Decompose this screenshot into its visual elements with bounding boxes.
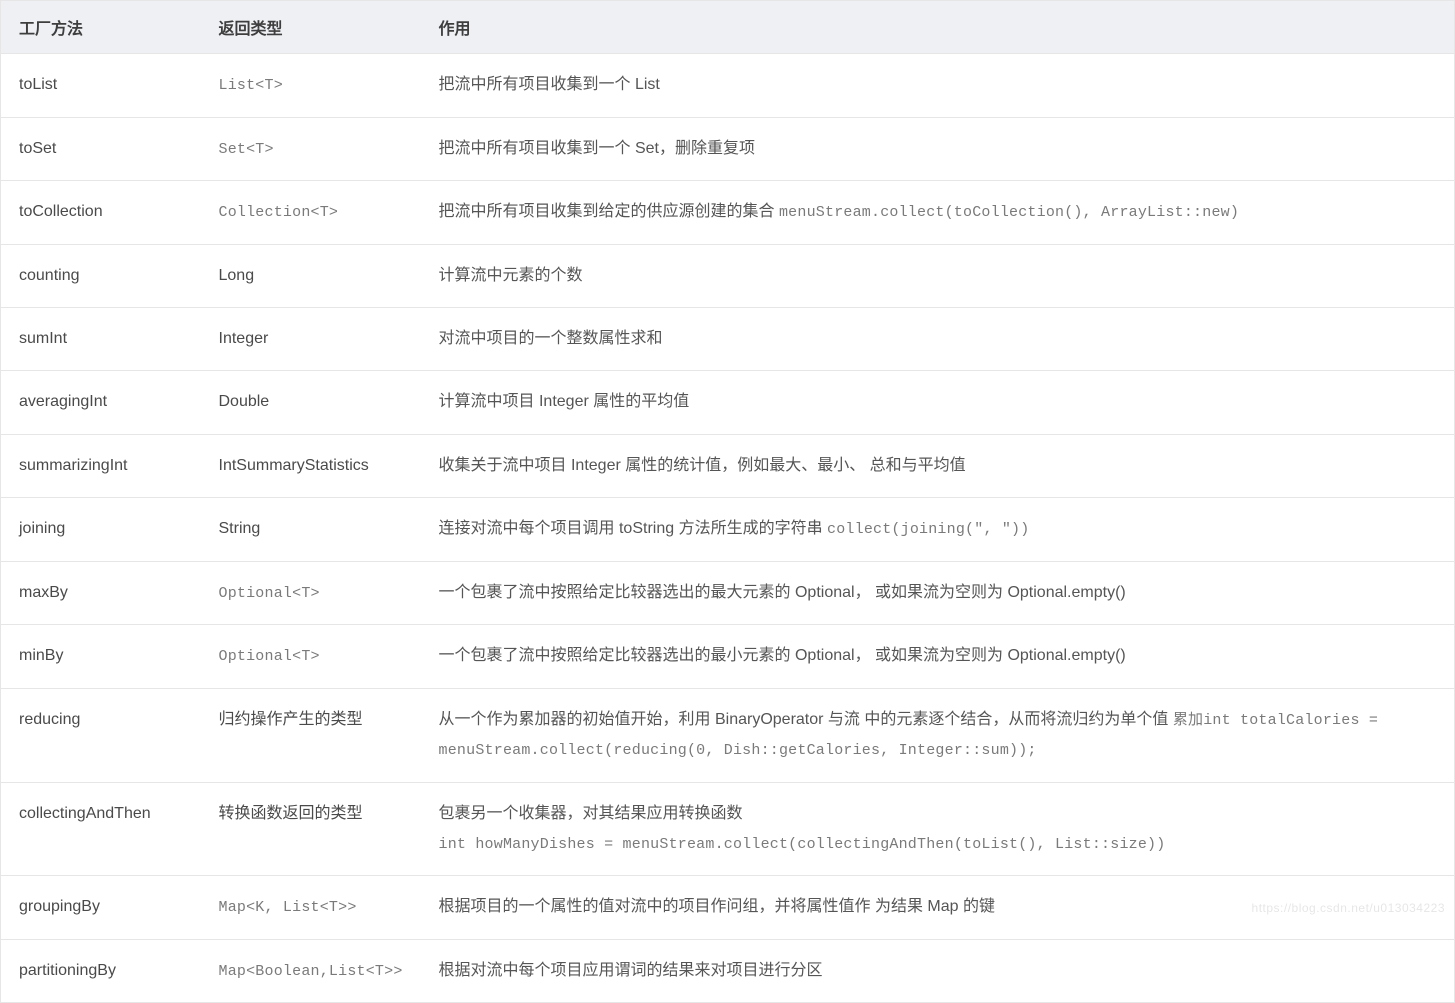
- cell-desc: 一个包裹了流中按照给定比较器选出的最大元素的 Optional， 或如果流为空则…: [421, 561, 1455, 625]
- cell-method: summarizingInt: [1, 434, 201, 497]
- cell-method: maxBy: [1, 561, 201, 625]
- cell-method: groupingBy: [1, 876, 201, 940]
- type-code: Map<Boolean,List<T>>: [219, 963, 403, 980]
- table-row: sumIntInteger 对流中项目的一个整数属性求和: [1, 307, 1455, 370]
- cell-desc: 计算流中元素的个数: [421, 244, 1455, 307]
- cell-type: Map<Boolean,List<T>>: [201, 939, 421, 1003]
- desc-text: 连接对流中每个项目调用 toString 方法所生成的字符串: [439, 520, 827, 537]
- table-row: reducing归约操作产生的类型 从一个作为累加器的初始值开始，利用 Binar…: [1, 688, 1455, 782]
- cell-desc: 对流中项目的一个整数属性求和: [421, 307, 1455, 370]
- table-row: averagingIntDouble 计算流中项目 Integer 属性的平均值: [1, 371, 1455, 434]
- table-row: maxBy Optional<T> 一个包裹了流中按照给定比较器选出的最大元素的 O…: [1, 561, 1455, 625]
- desc-text: 包裹另一个收集器，对其结果应用转换函数: [439, 805, 743, 822]
- cell-type: List<T>: [201, 54, 421, 118]
- cell-type: Collection<T>: [201, 181, 421, 245]
- cell-method: minBy: [1, 625, 201, 689]
- header-type: 返回类型: [201, 1, 421, 54]
- cell-type: IntSummaryStatistics: [201, 434, 421, 497]
- table-row: toSet Set<T> 把流中所有项目收集到一个 Set，删除重复项: [1, 117, 1455, 181]
- cell-type: Double: [201, 371, 421, 434]
- table-row: minBy Optional<T> 一个包裹了流中按照给定比较器选出的最小元素的 O…: [1, 625, 1455, 689]
- header-desc: 作用: [421, 1, 1455, 54]
- cell-desc: 把流中所有项目收集到给定的供应源创建的集合 menuStream.collect…: [421, 181, 1455, 245]
- cell-type: Integer: [201, 307, 421, 370]
- desc-text: 一个包裹了流中按照给定比较器选出的最大元素的 Optional， 或如果流为空则…: [439, 584, 1126, 601]
- cell-desc: 根据对流中每个项目应用谓词的结果来对项目进行分区: [421, 939, 1455, 1003]
- cell-method: averagingInt: [1, 371, 201, 434]
- type-code: Collection<T>: [219, 204, 339, 221]
- cell-desc: 连接对流中每个项目调用 toString 方法所生成的字符串 collect(j…: [421, 498, 1455, 562]
- cell-method: partitioningBy: [1, 939, 201, 1003]
- type-code: List<T>: [219, 77, 283, 94]
- cell-desc: 把流中所有项目收集到一个 List: [421, 54, 1455, 118]
- cell-desc: 计算流中项目 Integer 属性的平均值: [421, 371, 1455, 434]
- type-code: Set<T>: [219, 141, 274, 158]
- cell-method: reducing: [1, 688, 201, 782]
- desc-code: int howManyDishes = menuStream.collect(c…: [439, 836, 1166, 853]
- cell-type: Optional<T>: [201, 561, 421, 625]
- desc-text: 根据项目的一个属性的值对流中的项目作问组，并将属性值作 为结果 Map 的键: [439, 898, 995, 915]
- cell-method: sumInt: [1, 307, 201, 370]
- desc-text: 收集关于流中项目 Integer 属性的统计值，例如最大、最小、 总和与平均值: [439, 457, 966, 474]
- header-row: 工厂方法 返回类型 作用: [1, 1, 1455, 54]
- cell-type: 转换函数返回的类型: [201, 782, 421, 876]
- cell-method: joining: [1, 498, 201, 562]
- desc-text: 把流中所有项目收集到一个 List: [439, 76, 660, 93]
- collectors-table: 工厂方法 返回类型 作用 toList List<T> 把流中所有项目收集到一个 L…: [0, 0, 1455, 1003]
- table-row: groupingBy Map<K, List<T>> 根据项目的一个属性的值对流中的…: [1, 876, 1455, 940]
- desc-code: menuStream.collect(toCollection(), Array…: [779, 204, 1239, 221]
- watermark: https://blog.csdn.net/u013034223: [1252, 901, 1445, 915]
- desc-text: 根据对流中每个项目应用谓词的结果来对项目进行分区: [439, 962, 823, 979]
- cell-type: Optional<T>: [201, 625, 421, 689]
- cell-type: Map<K, List<T>>: [201, 876, 421, 940]
- type-code: Optional<T>: [219, 648, 320, 665]
- desc-text: 一个包裹了流中按照给定比较器选出的最小元素的 Optional， 或如果流为空则…: [439, 647, 1126, 664]
- table-row: toList List<T> 把流中所有项目收集到一个 List: [1, 54, 1455, 118]
- table-row: countingLong 计算流中元素的个数: [1, 244, 1455, 307]
- cell-type: Long: [201, 244, 421, 307]
- desc-text: 把流中所有项目收集到一个 Set，删除重复项: [439, 140, 755, 157]
- cell-desc: 收集关于流中项目 Integer 属性的统计值，例如最大、最小、 总和与平均值: [421, 434, 1455, 497]
- cell-desc: 包裹另一个收集器，对其结果应用转换函数 int howManyDishes = …: [421, 782, 1455, 876]
- cell-type: String: [201, 498, 421, 562]
- cell-method: collectingAndThen: [1, 782, 201, 876]
- cell-type: Set<T>: [201, 117, 421, 181]
- cell-method: toSet: [1, 117, 201, 181]
- desc-text: 计算流中项目 Integer 属性的平均值: [439, 393, 690, 410]
- cell-desc: 把流中所有项目收集到一个 Set，删除重复项: [421, 117, 1455, 181]
- desc-text: 对流中项目的一个整数属性求和: [439, 330, 663, 347]
- cell-desc: 从一个作为累加器的初始值开始，利用 BinaryOperator 与流 中的元素…: [421, 688, 1455, 782]
- header-method: 工厂方法: [1, 1, 201, 54]
- type-code: Map<K, List<T>>: [219, 899, 357, 916]
- table-row: partitioningBy Map<Boolean,List<T>> 根据对流中每…: [1, 939, 1455, 1003]
- cell-type: 归约操作产生的类型: [201, 688, 421, 782]
- cell-desc: 一个包裹了流中按照给定比较器选出的最小元素的 Optional， 或如果流为空则…: [421, 625, 1455, 689]
- table-row: summarizingIntIntSummaryStatistics 收集关于流中…: [1, 434, 1455, 497]
- desc-text: 从一个作为累加器的初始值开始，利用 BinaryOperator 与流 中的元素…: [439, 711, 1173, 728]
- desc-text: 计算流中元素的个数: [439, 267, 583, 284]
- cell-method: toCollection: [1, 181, 201, 245]
- table-row: collectingAndThen转换函数返回的类型包裹另一个收集器，对其结果应…: [1, 782, 1455, 876]
- table-row: joiningString连接对流中每个项目调用 toString 方法所生成的…: [1, 498, 1455, 562]
- desc-text: 把流中所有项目收集到给定的供应源创建的集合: [439, 203, 779, 220]
- desc-prefix-code: 累加: [1173, 712, 1203, 729]
- type-code: Optional<T>: [219, 585, 320, 602]
- cell-method: counting: [1, 244, 201, 307]
- desc-code: collect(joining(", ")): [827, 521, 1029, 538]
- table-row: toCollection Collection<T> 把流中所有项目收集到给定的供应…: [1, 181, 1455, 245]
- cell-method: toList: [1, 54, 201, 118]
